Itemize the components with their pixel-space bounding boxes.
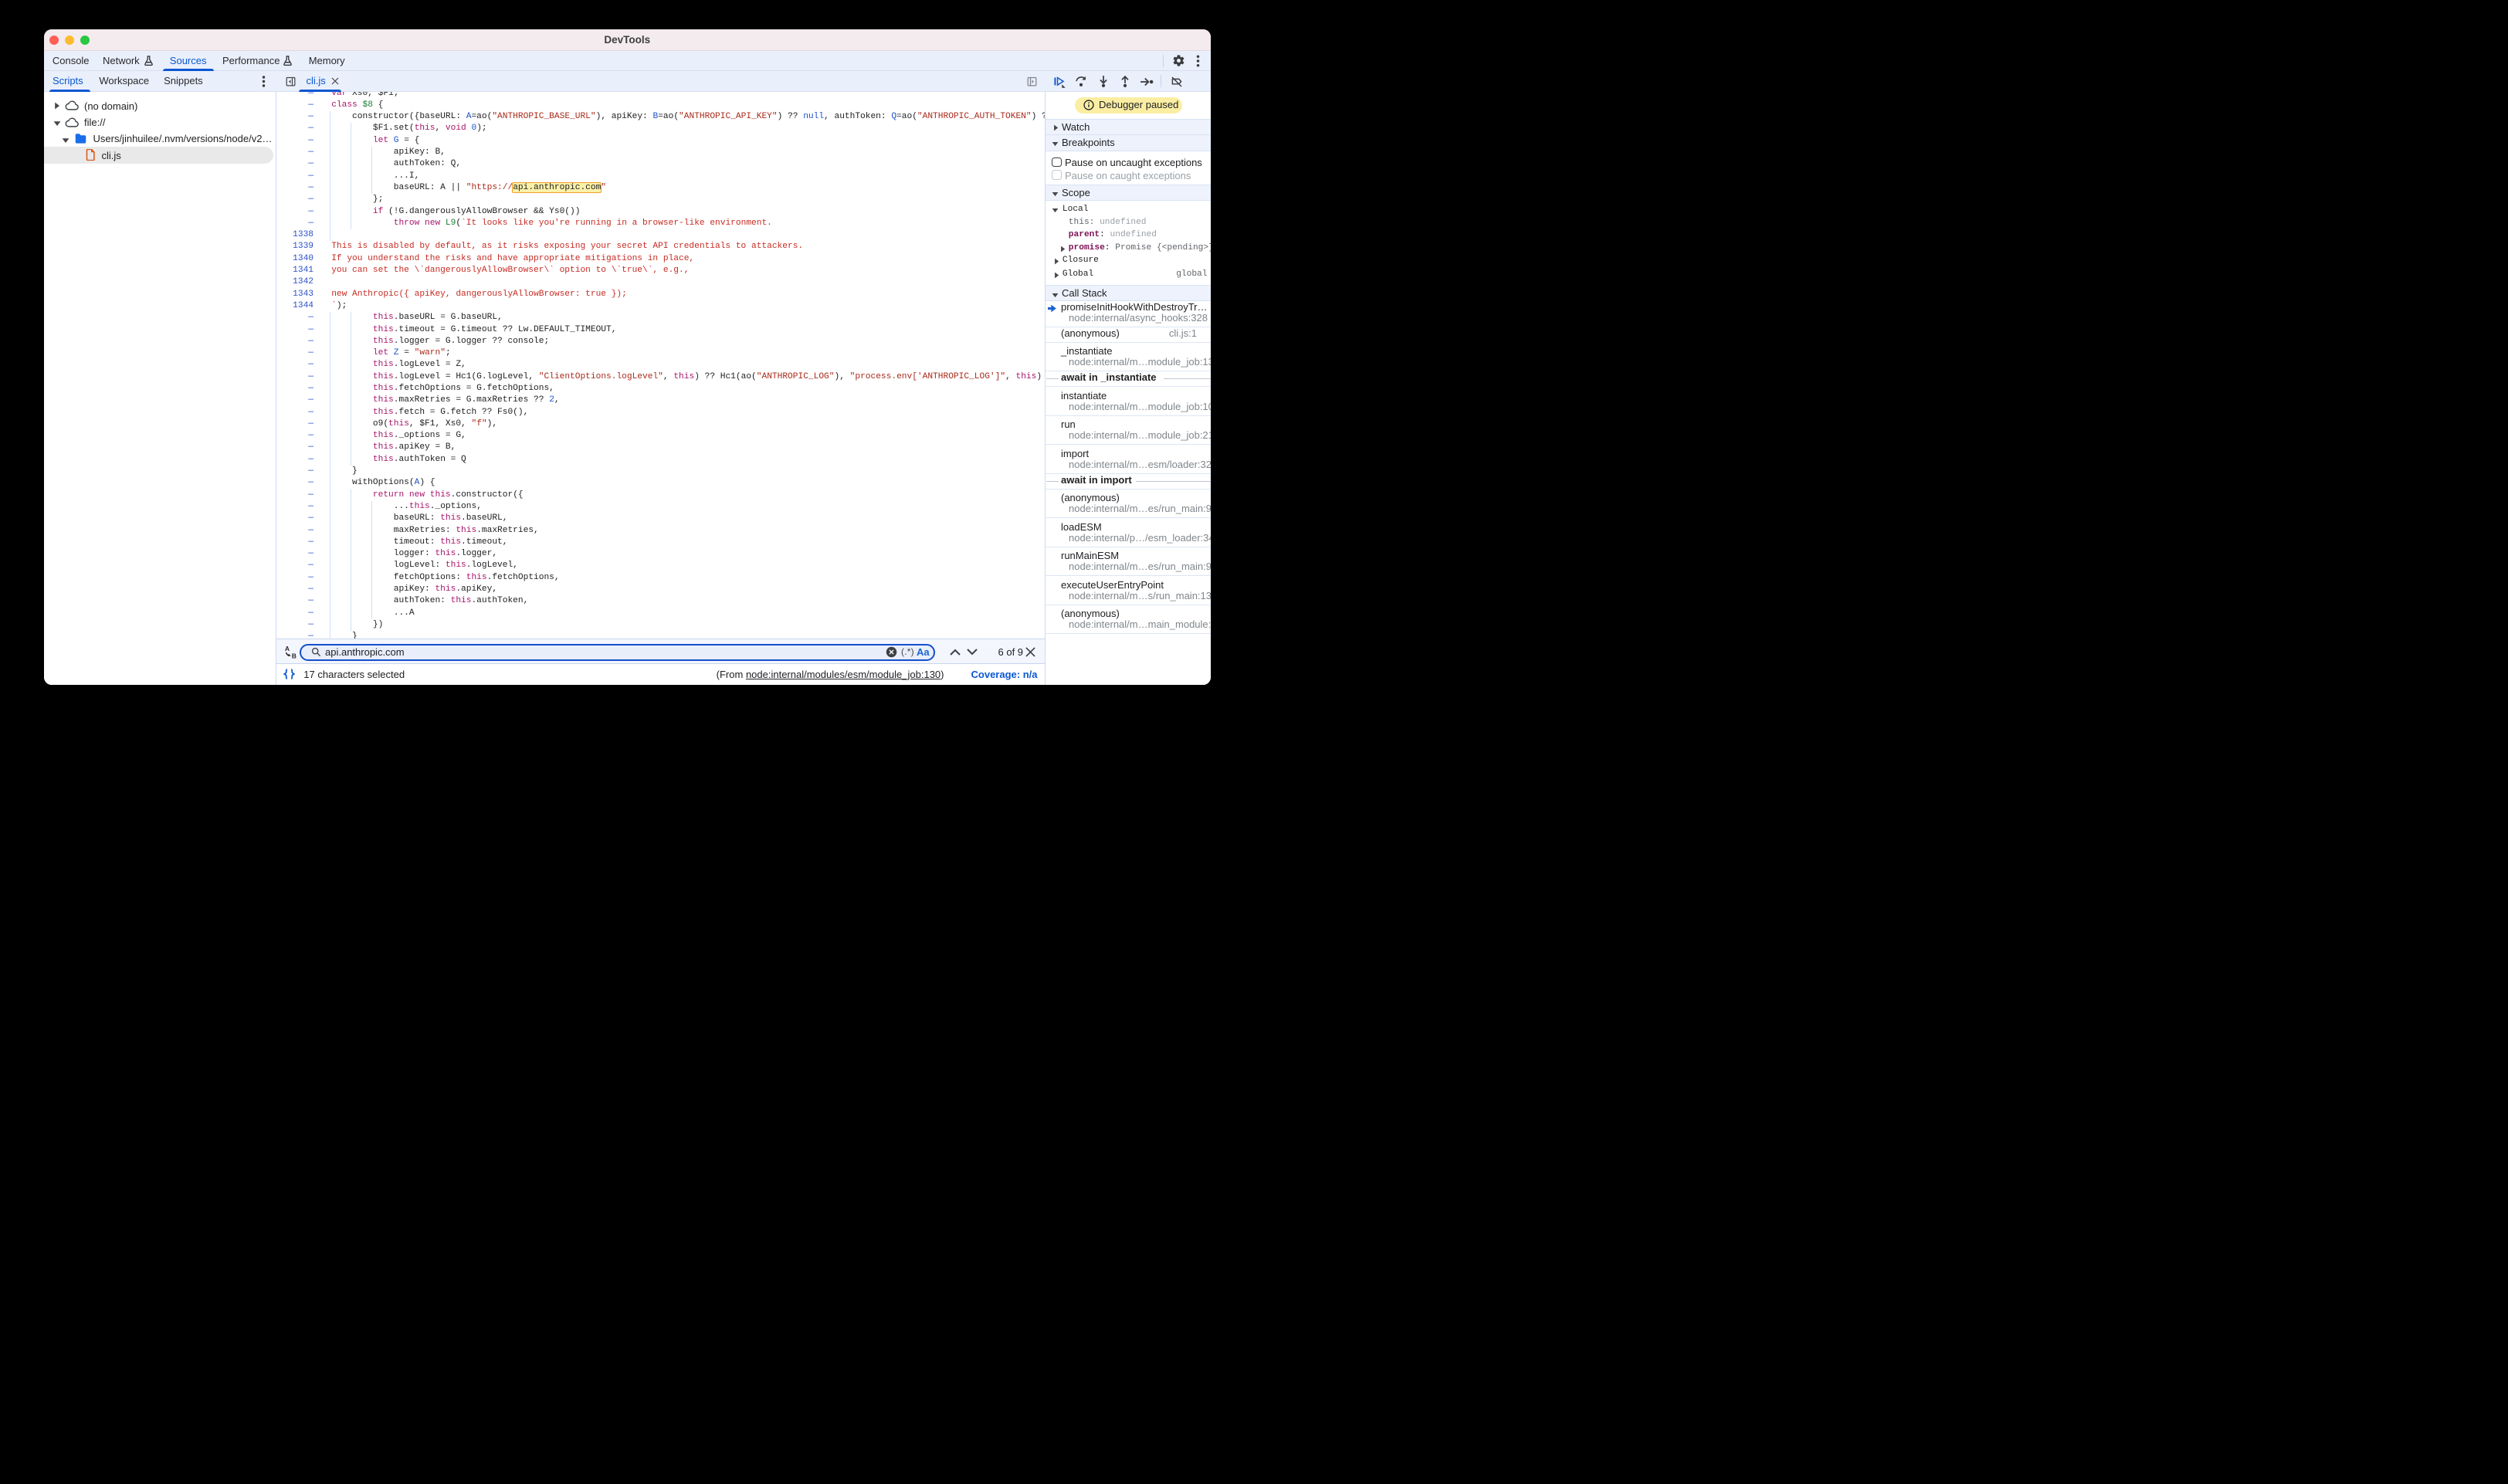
svg-text:B: B <box>291 652 296 659</box>
svg-text:A: A <box>284 645 289 652</box>
